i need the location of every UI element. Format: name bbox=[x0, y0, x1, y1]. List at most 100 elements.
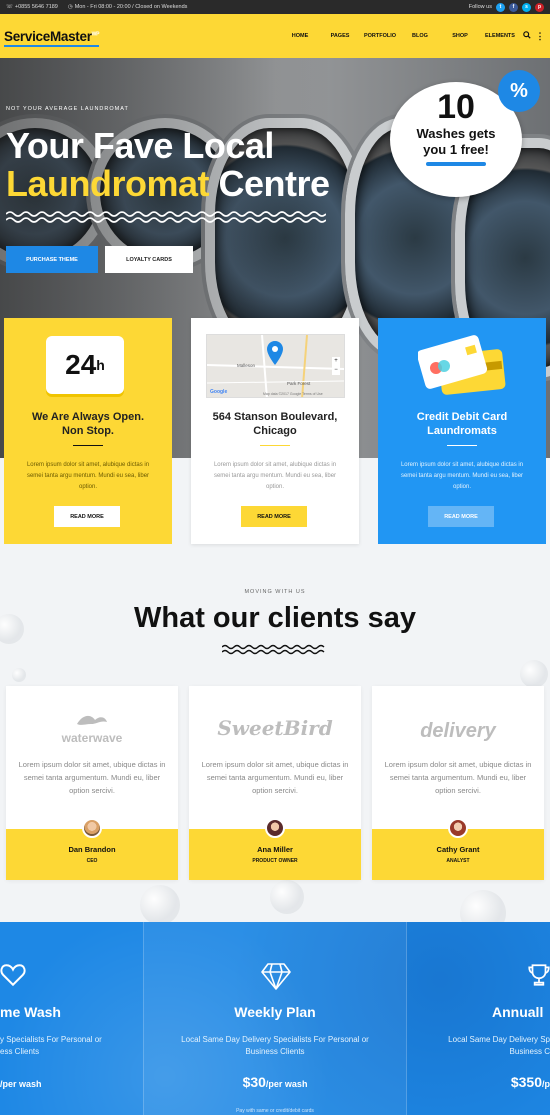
promo-line1: Washes gets bbox=[416, 126, 496, 141]
client-role: CEO bbox=[86, 858, 98, 864]
pricing-card-weekly: Weekly Plan Local Same Day Delivery Spec… bbox=[143, 922, 407, 1115]
card-divider bbox=[260, 445, 290, 446]
phone-info: ☏ +0855 5646 7189 bbox=[6, 4, 58, 10]
pinterest-icon[interactable]: p bbox=[535, 2, 544, 12]
hero-title-rest: Centre bbox=[209, 163, 331, 204]
plan-title: Weekly Plan bbox=[234, 1004, 316, 1020]
plan-desc-line1: y Specialists For Personal or bbox=[0, 1035, 102, 1044]
heart-icon bbox=[0, 964, 26, 987]
logo-underline bbox=[4, 44, 100, 47]
card-divider bbox=[447, 445, 477, 446]
bubble-decoration bbox=[270, 880, 304, 914]
menu-item-portfolio[interactable]: PORTFOLIO bbox=[360, 33, 400, 39]
phone-icon: ☏ bbox=[6, 4, 13, 10]
map-zoom-control[interactable]: + − bbox=[332, 357, 340, 375]
pricing-card-single: me Wash y Specialists For Personal or ess… bbox=[0, 922, 142, 1115]
plan-per: /per wash bbox=[265, 1079, 308, 1089]
plan-per: /per wash bbox=[0, 1079, 42, 1089]
clock-24h-icon: 24 h bbox=[46, 336, 124, 394]
plan-amount: $350 bbox=[510, 1074, 542, 1090]
plan-desc-line1: Local Same Day Delivery Sp bbox=[448, 1035, 550, 1044]
plan-description: Local Same Day Delivery Specialists For … bbox=[144, 1034, 406, 1058]
client-logo-sweetbird: SweetBird bbox=[217, 716, 333, 740]
menu-toggle-icon[interactable]: ⋮ bbox=[534, 31, 546, 42]
trophy-icon bbox=[528, 964, 550, 986]
client-name: Ana Miller bbox=[257, 845, 293, 854]
map-place: Park Forest bbox=[287, 381, 311, 386]
bubble-decoration bbox=[12, 668, 26, 682]
facebook-icon[interactable]: f bbox=[509, 2, 518, 12]
card-body: Lorem ipsum dolor sit amet, alubique dic… bbox=[213, 462, 337, 490]
menu-item-pages[interactable]: PAGES bbox=[320, 33, 360, 39]
testimonial-card: delivery Lorem ipsum dolor sit amet, ubi… bbox=[372, 686, 544, 880]
card-title: 564 Stanson Boulevard, Chicago bbox=[191, 410, 359, 438]
map-pin-icon bbox=[267, 341, 283, 365]
read-more-button[interactable]: READ MORE bbox=[428, 506, 494, 527]
plan-footnote: Pay with same or credit/debit cards bbox=[236, 1108, 314, 1114]
map-google-label: Google bbox=[210, 389, 228, 395]
testimonial-footer: Cathy Grant ANALYST bbox=[372, 818, 544, 880]
testimonial-card: waterwave Lorem ipsum dolor sit amet, ub… bbox=[6, 686, 178, 880]
card-title: We Are Always Open. Non Stop. bbox=[4, 410, 172, 438]
card-divider bbox=[73, 445, 103, 446]
avatar bbox=[82, 818, 102, 838]
client-role: ANALYST bbox=[446, 858, 470, 864]
menu-item-elements[interactable]: ELEMENTS bbox=[480, 33, 520, 39]
twitter-icon[interactable]: t bbox=[496, 2, 505, 12]
card-title-line2: Chicago bbox=[253, 425, 297, 437]
skype-icon[interactable]: s bbox=[522, 2, 531, 12]
purchase-theme-button[interactable]: PURCHASE THEME bbox=[6, 246, 98, 273]
card-title-line2: Laundromats bbox=[427, 425, 497, 437]
plan-desc-line1: Local Same Day Delivery Specialists For … bbox=[181, 1035, 369, 1044]
plan-desc-line2: ess Clients bbox=[0, 1047, 40, 1056]
diamond-icon bbox=[261, 963, 291, 990]
client-name: Dan Brandon bbox=[68, 845, 116, 854]
hero-title-highlight: Laundromat bbox=[6, 163, 210, 204]
logo-text: ServiceMaster bbox=[4, 28, 92, 44]
promo-stroke bbox=[426, 162, 486, 166]
plan-description: Local Same Day Delivery Sp Business C bbox=[408, 1034, 550, 1058]
logo-sup: WP bbox=[91, 31, 100, 37]
hours-info: ◷ Mon - Fri 08:00 - 20:00 / Closed on Wee… bbox=[68, 4, 188, 10]
plan-desc-line2: Business Clients bbox=[245, 1047, 305, 1056]
main-header: ServiceMasterWP HOME PAGES PORTFOLIO BLO… bbox=[0, 14, 550, 58]
client-logo-waterwave: waterwave bbox=[6, 712, 178, 745]
plan-per: /p bbox=[542, 1079, 550, 1089]
site-logo[interactable]: ServiceMasterWP bbox=[4, 28, 100, 47]
plan-desc-line2: Business C bbox=[509, 1047, 550, 1056]
badge-number: 24 bbox=[65, 349, 97, 380]
client-logo-text: waterwave bbox=[61, 731, 123, 745]
hours-text: Mon - Fri 08:00 - 20:00 / Closed on Week… bbox=[74, 4, 188, 10]
map-copyright: Map data ©2017 Google Terms of Use bbox=[263, 392, 323, 396]
card-body: Lorem ipsum dolor sit amet, alubique dic… bbox=[26, 462, 150, 490]
menu-item-shop[interactable]: SHOP bbox=[440, 33, 480, 39]
read-more-button[interactable]: READ MORE bbox=[54, 506, 120, 527]
follow-label: Follow us bbox=[468, 4, 492, 10]
location-map[interactable]: Malleson Park Forest Google Map data ©20… bbox=[206, 334, 345, 398]
badge-sup: h bbox=[96, 357, 105, 373]
clock-icon: ◷ bbox=[67, 4, 73, 10]
testimonials-eyebrow: MOVING WITH US bbox=[244, 589, 306, 595]
search-icon[interactable] bbox=[520, 31, 534, 41]
testimonial-quote: Lorem ipsum dolor sit amet, ubique dicta… bbox=[18, 760, 166, 795]
testimonial-footer: Dan Brandon CEO bbox=[6, 818, 178, 880]
hero-eyebrow: NOT YOUR AVERAGE LAUNDROMAT bbox=[6, 106, 129, 112]
hero-title-line1: Your Fave Local bbox=[6, 125, 274, 166]
bubble-decoration bbox=[140, 885, 180, 925]
client-logo-delivery: delivery bbox=[420, 720, 496, 742]
plan-title: Annuall bbox=[492, 1004, 544, 1020]
testimonial-quote: Lorem ipsum dolor sit amet, ubique dicta… bbox=[384, 760, 532, 795]
main-menu: HOME PAGES PORTFOLIO BLOG SHOP ELEMENTS … bbox=[280, 31, 546, 42]
loyalty-cards-button[interactable]: LOYALTY CARDS bbox=[105, 246, 193, 273]
hero-title-line2: Laundromat Centre bbox=[6, 164, 330, 204]
client-role: PRODUCT OWNER bbox=[252, 858, 298, 864]
map-place: Malleson bbox=[237, 363, 256, 368]
menu-item-blog[interactable]: BLOG bbox=[400, 33, 440, 39]
card-body: Lorem ipsum dolor sit amet, alubique dic… bbox=[400, 462, 524, 490]
avatar bbox=[448, 818, 468, 838]
menu-item-home[interactable]: HOME bbox=[280, 33, 320, 39]
phone-text: +0855 5646 7189 bbox=[14, 4, 58, 10]
pricing-card-annual: Annuall Local Same Day Delivery Sp Busine… bbox=[408, 922, 550, 1115]
card-title-line2: Non Stop. bbox=[62, 425, 114, 437]
read-more-button[interactable]: READ MORE bbox=[241, 506, 307, 527]
